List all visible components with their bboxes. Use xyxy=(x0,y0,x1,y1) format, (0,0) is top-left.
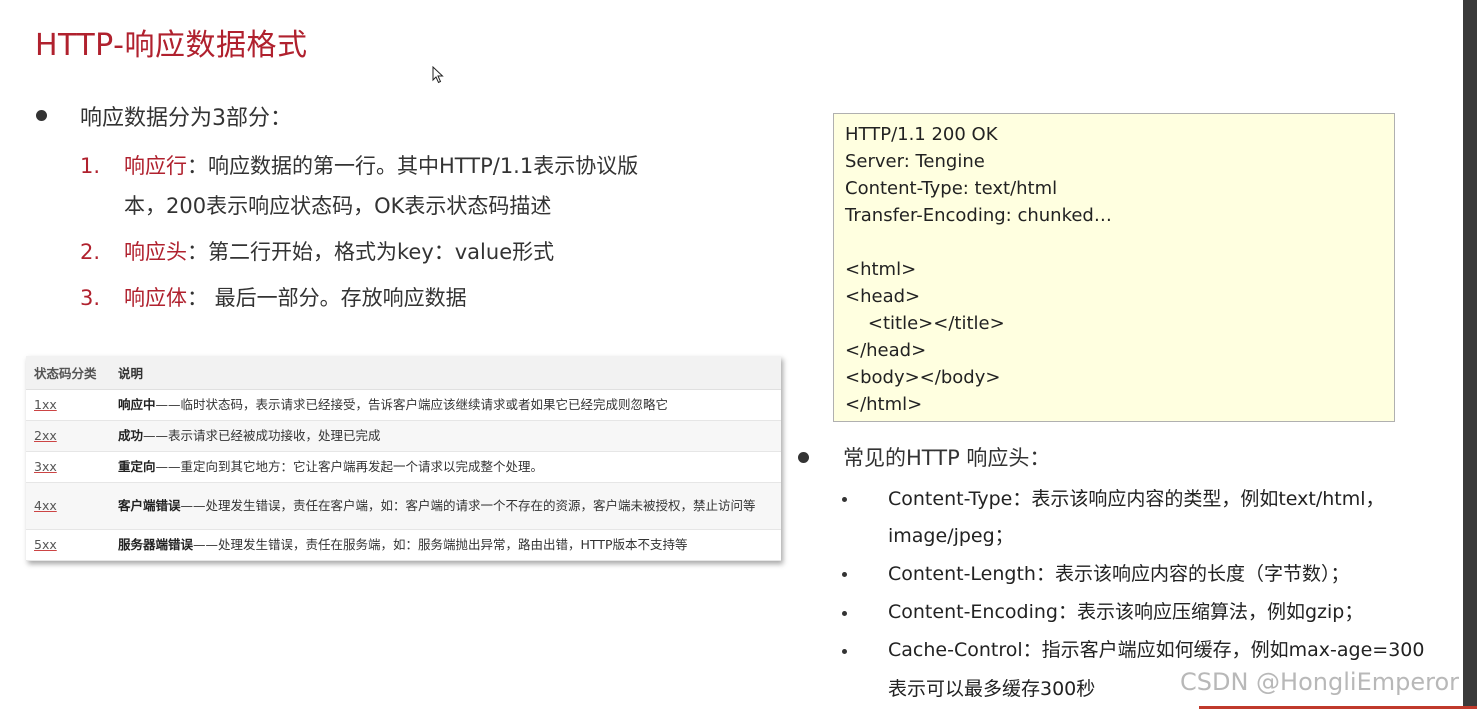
status-code-cell: 1xx xyxy=(26,389,110,421)
status-code-link[interactable]: 1xx xyxy=(34,397,57,412)
header-item-content-encoding: Content-Encoding：表示该响应压缩算法，例如gzip； xyxy=(888,601,1364,623)
part-item-3: 3. 响应体： 最后一部分。存放响应数据 xyxy=(80,282,467,312)
description-strong: 成功 xyxy=(118,428,144,443)
header-item-content-type-continuation: image/jpeg； xyxy=(888,525,1014,547)
part-key: 响应体 xyxy=(124,286,187,310)
page-title: HTTP-响应数据格式 xyxy=(35,28,308,63)
mouse-cursor-icon xyxy=(432,66,444,84)
part-item-2: 2. 响应头：第二行开始，格式为key：value形式 xyxy=(80,236,554,266)
header-item-content-type: Content-Type：表示该响应内容的类型，例如text/html， xyxy=(888,488,1385,510)
code-line: Transfer-Encoding: chunked… xyxy=(845,205,1112,226)
description-strong: 服务器端错误 xyxy=(118,537,194,552)
part-text: ： 最后一部分。存放响应数据 xyxy=(187,286,467,310)
part-item-1-continuation: 本，200表示响应状态码，OK表示状态码描述 xyxy=(124,194,552,218)
status-code-table: 状态码分类 说明 1xx 响应中——临时状态码，表示请求已经接受，告诉客户端应该… xyxy=(26,356,781,561)
table-row: 5xx 服务器端错误——处理发生错误，责任在服务端，如：服务端抛出异常，路由出错… xyxy=(26,529,781,561)
description-text: ——重定向到其它地方：它让客户端再发起一个请求以完成整个处理。 xyxy=(155,459,544,474)
code-line: Server: Tengine xyxy=(845,151,985,172)
table-row: 1xx 响应中——临时状态码，表示请求已经接受，告诉客户端应该继续请求或者如果它… xyxy=(26,389,781,421)
part-key: 响应头 xyxy=(124,240,187,264)
status-code-link[interactable]: 2xx xyxy=(34,428,57,443)
description-cell: 服务器端错误——处理发生错误，责任在服务端，如：服务端抛出异常，路由出错，HTT… xyxy=(110,529,781,561)
part-key: 响应行 xyxy=(124,154,187,178)
description-strong: 重定向 xyxy=(118,459,156,474)
header-item-content-length: Content-Length：表示该响应内容的长度（字节数）； xyxy=(888,563,1350,585)
description-strong: 客户端错误 xyxy=(118,498,181,513)
headers-heading: 常见的HTTP 响应头： xyxy=(843,446,1051,470)
bullet-dot xyxy=(36,110,47,121)
window-edge-bar xyxy=(1463,0,1477,709)
part-number: 3. xyxy=(80,286,101,310)
description-cell: 响应中——临时状态码，表示请求已经接受，告诉客户端应该继续请求或者如果它已经完成… xyxy=(110,389,781,421)
code-line: HTTP/1.1 200 OK xyxy=(845,124,998,145)
table-row: 4xx 客户端错误——处理发生错误，责任在客户端，如：客户端的请求一个不存在的资… xyxy=(26,482,781,530)
description-cell: 客户端错误——处理发生错误，责任在客户端，如：客户端的请求一个不存在的资源，客户… xyxy=(110,482,781,530)
bullet-dot xyxy=(798,452,809,463)
bullet-dot-small xyxy=(842,497,847,502)
status-code-cell: 4xx xyxy=(26,482,110,530)
code-line: Content-Type: text/html xyxy=(845,178,1058,199)
bullet-dot-small xyxy=(842,611,847,616)
bullet-dot-small xyxy=(842,572,847,577)
header-item-cache-control-continuation: 表示可以最多缓存300秒 xyxy=(888,678,1096,700)
code-line: <body></body> xyxy=(845,367,1001,388)
table-row: 3xx 重定向——重定向到其它地方：它让客户端再发起一个请求以完成整个处理。 xyxy=(26,451,781,483)
part-text: ：第二行开始，格式为key：value形式 xyxy=(187,240,555,264)
part-item-1: 1. 响应行：响应数据的第一行。其中HTTP/1.1表示协议版 xyxy=(80,150,638,180)
part-number: 1. xyxy=(80,154,101,178)
code-line: </html> xyxy=(845,394,923,415)
description-text: ——处理发生错误，责任在客户端，如：客户端的请求一个不存在的资源，客户端未被授权… xyxy=(180,498,756,513)
code-line: <html> xyxy=(845,259,917,280)
watermark: CSDN @HongliEmperor xyxy=(1180,668,1459,696)
description-text: ——表示请求已经被成功接收，处理已完成 xyxy=(143,428,381,443)
part-number: 2. xyxy=(80,240,101,264)
status-code-cell: 2xx xyxy=(26,420,110,452)
code-line: <title></title> xyxy=(845,313,1005,334)
code-line: </head> xyxy=(845,340,927,361)
header-item-cache-control: Cache-Control：指示客户端应如何缓存，例如max-age=300 xyxy=(888,639,1425,661)
column-header-description: 说明 xyxy=(110,356,781,390)
status-code-link[interactable]: 5xx xyxy=(34,537,57,552)
description-cell: 重定向——重定向到其它地方：它让客户端再发起一个请求以完成整个处理。 xyxy=(110,451,781,483)
status-code-cell: 3xx xyxy=(26,451,110,483)
table-header-row: 状态码分类 说明 xyxy=(26,356,781,390)
bullet-dot-small xyxy=(842,649,847,654)
table-row: 2xx 成功——表示请求已经被成功接收，处理已完成 xyxy=(26,420,781,452)
intro-heading: 响应数据分为3部分： xyxy=(80,106,292,131)
response-example-box: HTTP/1.1 200 OK Server: Tengine Content-… xyxy=(833,113,1395,422)
status-code-cell: 5xx xyxy=(26,529,110,561)
code-line: <head> xyxy=(845,286,921,307)
description-strong: 响应中 xyxy=(118,397,156,412)
description-text: ——处理发生错误，责任在服务端，如：服务端抛出异常，路由出错，HTTP版本不支持… xyxy=(193,537,688,552)
description-cell: 成功——表示请求已经被成功接收，处理已完成 xyxy=(110,420,781,452)
description-text: ——临时状态码，表示请求已经接受，告诉客户端应该继续请求或者如果它已经完成则忽略… xyxy=(155,397,669,412)
part-text: ：响应数据的第一行。其中HTTP/1.1表示协议版 xyxy=(187,154,639,178)
column-header-category: 状态码分类 xyxy=(26,356,110,390)
status-code-link[interactable]: 3xx xyxy=(34,459,57,474)
status-code-link[interactable]: 4xx xyxy=(34,498,57,513)
